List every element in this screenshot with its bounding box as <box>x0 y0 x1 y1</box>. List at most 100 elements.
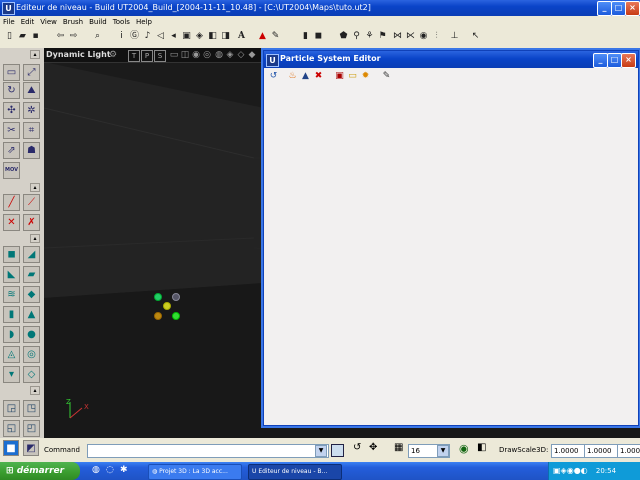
face-drag-icon[interactable]: ⌗ <box>23 122 40 139</box>
viewport-window-icon[interactable]: ▭ <box>169 50 179 60</box>
refresh-icon[interactable]: ↺ <box>268 71 279 82</box>
start-button[interactable]: ⊞ démarrer <box>0 462 80 480</box>
rotate-icon[interactable]: ↻ <box>3 82 20 99</box>
csg-intersect-icon[interactable]: ◱ <box>3 420 20 437</box>
command-exec-icon[interactable] <box>331 444 344 457</box>
search-actors-icon[interactable]: ⌕ <box>92 31 103 42</box>
viewport-side-button[interactable]: S <box>154 50 166 62</box>
rebuild-icon[interactable]: ◉ <box>418 31 429 42</box>
delete-emitter-icon[interactable]: ✖ <box>313 71 324 82</box>
camera-move-icon[interactable]: ▭ <box>3 64 20 81</box>
save-emitter-icon[interactable]: ▣ <box>334 71 345 82</box>
drawscale-y-field[interactable]: 1.0000 <box>584 444 618 458</box>
menu-tools[interactable]: Tools <box>110 16 133 28</box>
unrealscript-icon[interactable]: ✎ <box>270 31 281 42</box>
texture-browser-icon[interactable]: ▣ <box>181 31 192 42</box>
particle-mesh-icon[interactable]: ✹ <box>360 71 371 82</box>
csg-add-icon[interactable]: ◲ <box>3 400 20 417</box>
maximize-button[interactable]: □ <box>611 1 626 16</box>
cube-brush-icon[interactable]: ◼ <box>3 246 20 263</box>
viewport-top-button[interactable]: T <box>128 50 140 62</box>
fire-emitter-icon[interactable]: ♨ <box>287 71 298 82</box>
font-browser-icon[interactable]: A <box>236 31 247 42</box>
sphere-brush-icon[interactable]: ● <box>23 326 40 343</box>
viewport-lock-icon[interactable]: ◆ <box>247 50 257 60</box>
open-map-icon[interactable]: ▰ <box>17 31 28 42</box>
palette-section-button[interactable]: ▴ <box>30 183 40 192</box>
new-map-icon[interactable]: ▯ <box>4 31 15 42</box>
filter-icon[interactable]: ◩ <box>23 440 39 456</box>
pointer-icon[interactable]: ↖ <box>470 31 481 42</box>
snap-icon[interactable]: ✥ <box>369 442 377 453</box>
viewport-lit-icon[interactable]: ◈ <box>225 50 235 60</box>
cylinder-brush-icon[interactable]: ▮ <box>3 306 20 323</box>
texture-pan-icon[interactable]: ✲ <box>23 102 40 119</box>
menu-brush[interactable]: Brush <box>60 16 86 28</box>
tetrahedron-brush-icon[interactable]: ▾ <box>3 366 20 383</box>
viewport-camera-icon[interactable]: ◫ <box>180 50 190 60</box>
2d-shape-editor-icon[interactable]: ▲ <box>257 31 268 42</box>
game-icon[interactable]: Ⓖ <box>129 31 140 42</box>
command-input[interactable] <box>87 444 329 458</box>
viewport-unlit-icon[interactable]: ◇ <box>236 50 246 60</box>
menu-help[interactable]: Help <box>133 16 155 28</box>
bevel-clip-icon[interactable]: ✗ <box>23 214 40 231</box>
particle-close-button[interactable]: × <box>621 53 636 68</box>
actor-icon[interactable]: ☗ <box>23 142 40 159</box>
viewport-wire-icon[interactable]: ◉ <box>191 50 201 60</box>
build-lighting-icon[interactable]: ⚲ <box>351 31 362 42</box>
particle-maximize-button[interactable]: □ <box>607 53 622 68</box>
undo-small-icon[interactable]: ↺ <box>353 442 361 453</box>
redo-icon[interactable]: ⇨ <box>68 31 79 42</box>
split-clip-icon[interactable]: ⟋ <box>23 194 40 211</box>
ie-quicklaunch-icon[interactable]: ◍ <box>92 465 100 475</box>
build-changed-icon[interactable]: ⋉ <box>405 31 416 42</box>
terrain-brush-icon[interactable]: ◬ <box>3 346 20 363</box>
build-all-icon[interactable]: ⚑ <box>377 31 388 42</box>
menu-file[interactable]: File <box>0 16 18 28</box>
open-folder-icon[interactable]: ▭ <box>347 71 358 82</box>
kismet-icon[interactable]: ⫶ <box>431 31 442 42</box>
pencil-icon[interactable]: ✎ <box>381 71 392 82</box>
command-dropdown-icon[interactable]: ▼ <box>315 445 327 457</box>
save-map-icon[interactable]: ▪ <box>30 31 41 42</box>
build-paths-icon[interactable]: ⚘ <box>364 31 375 42</box>
cone-brush-icon[interactable]: ▲ <box>23 306 40 323</box>
grid-icon[interactable]: ▦ <box>394 442 403 453</box>
matinee-icon[interactable]: ⇗ <box>3 142 20 159</box>
camera-icon[interactable]: ◼ <box>313 31 324 42</box>
curved-stairs-icon[interactable]: ◣ <box>3 266 20 283</box>
cubic-brush-icon[interactable]: ◇ <box>23 366 40 383</box>
toggle-panel-icon[interactable]: ■ <box>3 440 19 456</box>
drawscale-z-field[interactable]: 1.0000 <box>617 444 640 458</box>
drawscale-x-field[interactable]: 1.0000 <box>551 444 585 458</box>
taskbar-item-projet[interactable]: ◍ Projet 3D : La 3D acc... <box>148 464 242 480</box>
brush-clip-icon[interactable]: ✂ <box>3 122 20 139</box>
particle-system-editor-window[interactable]: U Particle System Editor _ □ × ↺ ♨ ▲ ✖ ▣… <box>263 50 639 426</box>
mesh-browser-icon[interactable]: ◈ <box>194 31 205 42</box>
tray-icons[interactable]: ▣◈◉●◐ <box>553 466 588 475</box>
group-browser-icon[interactable]: ◨ <box>220 31 231 42</box>
particle-editor-titlebar[interactable]: U Particle System Editor _ □ × <box>264 51 638 68</box>
palette-section-button-2[interactable]: ▴ <box>30 234 40 243</box>
csg-subtract-icon[interactable]: ◳ <box>23 400 40 417</box>
viewport-perspective-button[interactable]: P <box>141 50 153 62</box>
minimize-button[interactable]: _ <box>597 1 612 16</box>
torus-brush-icon[interactable]: ◎ <box>23 346 40 363</box>
line-clip-icon[interactable]: ╱ <box>3 194 20 211</box>
music-icon[interactable]: ♪ <box>142 31 153 42</box>
palette-collapse-button[interactable]: ▴ <box>30 50 40 59</box>
vertex-edit-icon[interactable]: ✣ <box>3 102 20 119</box>
taskbar-item-editeur[interactable]: U Editeur de niveau - B... <box>248 464 342 480</box>
viewport-brush-icon[interactable]: ◎ <box>202 50 212 60</box>
close-button[interactable]: × <box>625 1 640 16</box>
browser-quicklaunch-icon[interactable]: ◌ <box>106 465 114 475</box>
stairs-brush-icon[interactable]: ◢ <box>23 246 40 263</box>
play-level-icon[interactable]: ⊥ <box>449 31 460 42</box>
menu-build[interactable]: Build <box>86 16 110 28</box>
maximize-viewport-icon[interactable]: ◧ <box>477 442 486 453</box>
viewport-zone-icon[interactable]: ◍ <box>214 50 224 60</box>
undo-icon[interactable]: ⇦ <box>55 31 66 42</box>
csg-deintersect-icon[interactable]: ◰ <box>23 420 40 437</box>
volumetric-brush-icon[interactable]: ◆ <box>23 286 40 303</box>
